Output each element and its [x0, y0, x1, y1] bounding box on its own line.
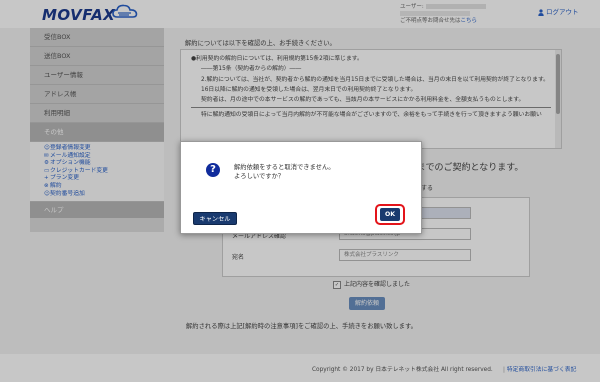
dialog-message-line: 解約依頼をすると取消できません。	[234, 164, 335, 171]
question-icon: ?	[206, 163, 220, 177]
dialog-message: 解約依頼をすると取消できません。 よろしいですか？	[234, 163, 335, 181]
dialog-cancel-button[interactable]: キャンセル	[193, 212, 237, 225]
dialog-ok-button[interactable]: OK	[380, 208, 400, 221]
dialog-message-line: よろしいですか？	[234, 173, 285, 180]
